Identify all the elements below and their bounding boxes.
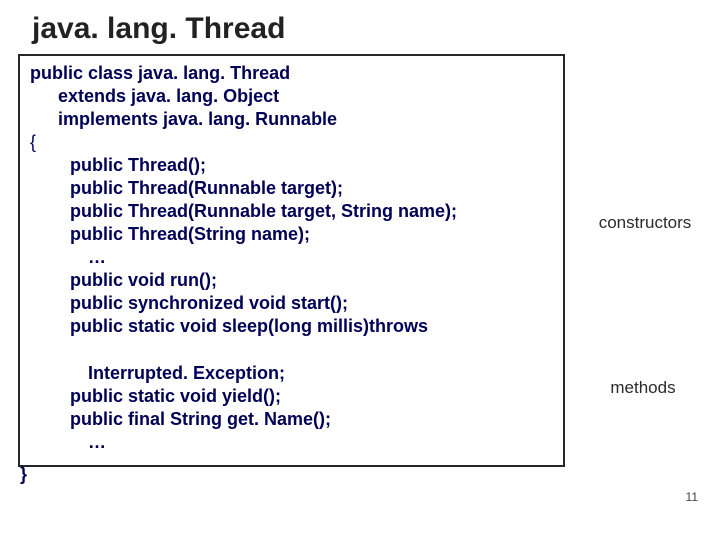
method-line: public static void sleep(long millis)thr… xyxy=(70,315,553,338)
constructor-line: public Thread(String name); xyxy=(70,223,553,246)
slide-title: java. lang. Thread xyxy=(32,12,702,46)
method-cont-line: public final String get. Name(); xyxy=(70,408,553,431)
method-cont-line: public static void yield(); xyxy=(70,385,553,408)
constructor-line: public Thread(Runnable target); xyxy=(70,177,553,200)
annotation-constructors: constructors xyxy=(585,212,705,234)
method-line: public synchronized void start(); xyxy=(70,292,553,315)
constructor-line: public Thread(Runnable target, String na… xyxy=(70,200,553,223)
constructor-line: public Thread(); xyxy=(70,154,553,177)
ellipsis: … xyxy=(88,246,553,269)
annotation-methods: methods xyxy=(588,377,698,399)
open-brace: { xyxy=(30,131,553,154)
extends-clause: extends java. lang. Object xyxy=(58,85,553,108)
close-brace: } xyxy=(20,464,27,485)
code-panel: public class java. lang. Thread extends … xyxy=(18,54,565,467)
method-cont-line: Interrupted. Exception; xyxy=(88,362,553,385)
class-declaration: public class java. lang. Thread xyxy=(30,62,553,85)
method-line: public void run(); xyxy=(70,269,553,292)
page-number: 11 xyxy=(686,490,698,504)
implements-clause: implements java. lang. Runnable xyxy=(58,108,553,131)
ellipsis: … xyxy=(88,431,553,454)
